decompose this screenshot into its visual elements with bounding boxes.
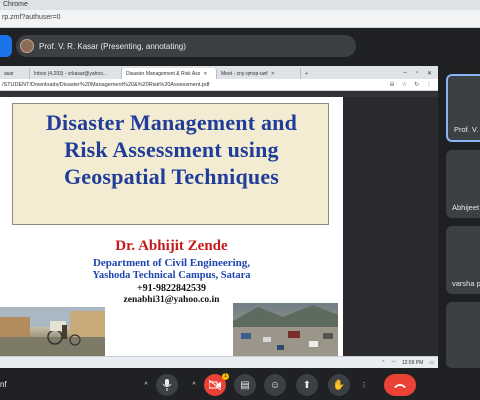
author-name: Dr. Abhijit Zende xyxy=(115,238,228,254)
presenter-label: Prof. V. R. Kasar (Presenting, annotatin… xyxy=(39,41,186,51)
tab-strip: asar Inbox (4,293) - vrkasar@yahoo... Di… xyxy=(0,66,438,79)
address-bar[interactable]: /STUDENT/Downloads/Disaster%20Management… xyxy=(0,79,438,91)
close-icon[interactable]: ✕ xyxy=(271,71,275,79)
author-phone: +91-9822842539 xyxy=(136,283,207,294)
minimize-icon[interactable]: – xyxy=(403,70,406,77)
participant-tile[interactable] xyxy=(446,302,480,368)
participant-name: Abhijeet xyxy=(452,203,480,212)
maximize-icon[interactable]: ▫ xyxy=(416,70,418,77)
system-tray: ⌃ ◠ 12:09 PM ▭ xyxy=(381,360,434,366)
refresh-icon[interactable]: ↻ xyxy=(414,81,419,88)
presenter-pill[interactable]: Prof. V. R. Kasar (Presenting, annotatin… xyxy=(16,35,356,57)
pdf-viewer: Disaster Management and Risk Assessment … xyxy=(0,91,438,356)
close-icon[interactable]: ✕ xyxy=(427,70,432,77)
outer-title-text: Chrome xyxy=(3,1,28,8)
slide-title-line: Disaster Management and xyxy=(45,110,298,135)
outer-url-text: rp.zmf?authuser=0 xyxy=(2,14,61,21)
camera-options-chevron-icon[interactable]: ^ xyxy=(188,374,200,396)
meet-control-bar: nf ^ ^ 1 ▤ ☺ ⬆ ✋ ⋮ xyxy=(0,368,480,400)
hand-icon[interactable]: ✋ xyxy=(328,374,350,396)
chevron-up-icon[interactable]: ⌃ xyxy=(381,360,385,366)
address-text: /STUDENT/Downloads/Disaster%20Management… xyxy=(2,82,210,88)
tab-label: Meet - zny-qmxp-uwf xyxy=(221,71,268,77)
more-options-icon[interactable]: ⋮ xyxy=(358,374,370,396)
wifi-icon[interactable]: ◠ xyxy=(391,360,395,366)
taskbar-clock[interactable]: 12:09 PM xyxy=(402,360,423,366)
author-department: Department of Civil Engineering, xyxy=(92,257,251,269)
flood-photo xyxy=(0,307,105,356)
pdf-background xyxy=(343,97,438,356)
participant-tile[interactable]: Prof. V. R. xyxy=(446,74,480,142)
tab-inbox[interactable]: Inbox (4,293) - vrkasar@yahoo... xyxy=(30,68,122,79)
address-icons: ⊖ ☆ ↻ ⋮ xyxy=(390,81,432,88)
participant-tile[interactable]: varsha p xyxy=(446,226,480,294)
tab-label: Inbox (4,293) - vrkasar@yahoo... xyxy=(34,71,108,77)
present-icon[interactable]: ⬆ xyxy=(296,374,318,396)
star-icon[interactable]: ☆ xyxy=(402,81,407,88)
tab-meet[interactable]: Meet - zny-qmxp-uwf ✕ xyxy=(217,68,301,79)
slide-title-line: Geospatial Techniques xyxy=(63,164,280,189)
close-icon[interactable]: ✕ xyxy=(203,71,207,79)
slide-title-box: Disaster Management and Risk Assessment … xyxy=(12,103,329,225)
avatar xyxy=(20,39,34,53)
tab-pdf[interactable]: Disaster Management & Risk Ass ✕ xyxy=(122,68,217,79)
mic-options-chevron-icon[interactable]: ^ xyxy=(140,374,152,396)
meeting-code: nf xyxy=(0,380,7,389)
slide-page: Disaster Management and Risk Assessment … xyxy=(0,97,343,356)
outer-address-bar[interactable]: rp.zmf?authuser=0 xyxy=(0,10,480,28)
notification-icon[interactable]: ▭ xyxy=(429,360,434,366)
meet-side-chip[interactable] xyxy=(0,35,12,57)
notification-badge: 1 xyxy=(222,373,229,380)
participant-name: varsha p xyxy=(452,279,480,288)
author-institute: Yashoda Technical Campus, Satara xyxy=(92,270,251,281)
emoji-icon[interactable]: ☺ xyxy=(264,374,286,396)
tab-label: asar xyxy=(4,71,14,77)
participant-tile[interactable]: Abhijeet xyxy=(446,150,480,218)
window-controls: – ▫ ✕ xyxy=(403,70,438,79)
new-tab-button[interactable]: + xyxy=(301,68,315,79)
shared-screen: asar Inbox (4,293) - vrkasar@yahoo... Di… xyxy=(0,66,438,368)
participant-name: Prof. V. R. xyxy=(454,125,480,134)
menu-icon[interactable]: ⋮ xyxy=(426,81,432,88)
tab-partial[interactable]: asar xyxy=(0,68,30,79)
inner-taskbar: ⌃ ◠ 12:09 PM ▭ xyxy=(0,356,438,368)
tab-label: Disaster Management & Risk Ass xyxy=(126,71,201,77)
landslide-photo xyxy=(233,303,338,356)
mic-icon[interactable] xyxy=(156,374,178,396)
phone-hangup-icon[interactable] xyxy=(384,374,416,396)
meet-presenter-bar: Prof. V. R. Kasar (Presenting, annotatin… xyxy=(0,28,480,64)
slide-title-line: Risk Assessment using xyxy=(64,137,279,162)
zoom-icon[interactable]: ⊖ xyxy=(390,81,395,88)
outer-title-bar: Chrome xyxy=(0,0,480,10)
captions-icon[interactable]: ▤ xyxy=(234,374,256,396)
